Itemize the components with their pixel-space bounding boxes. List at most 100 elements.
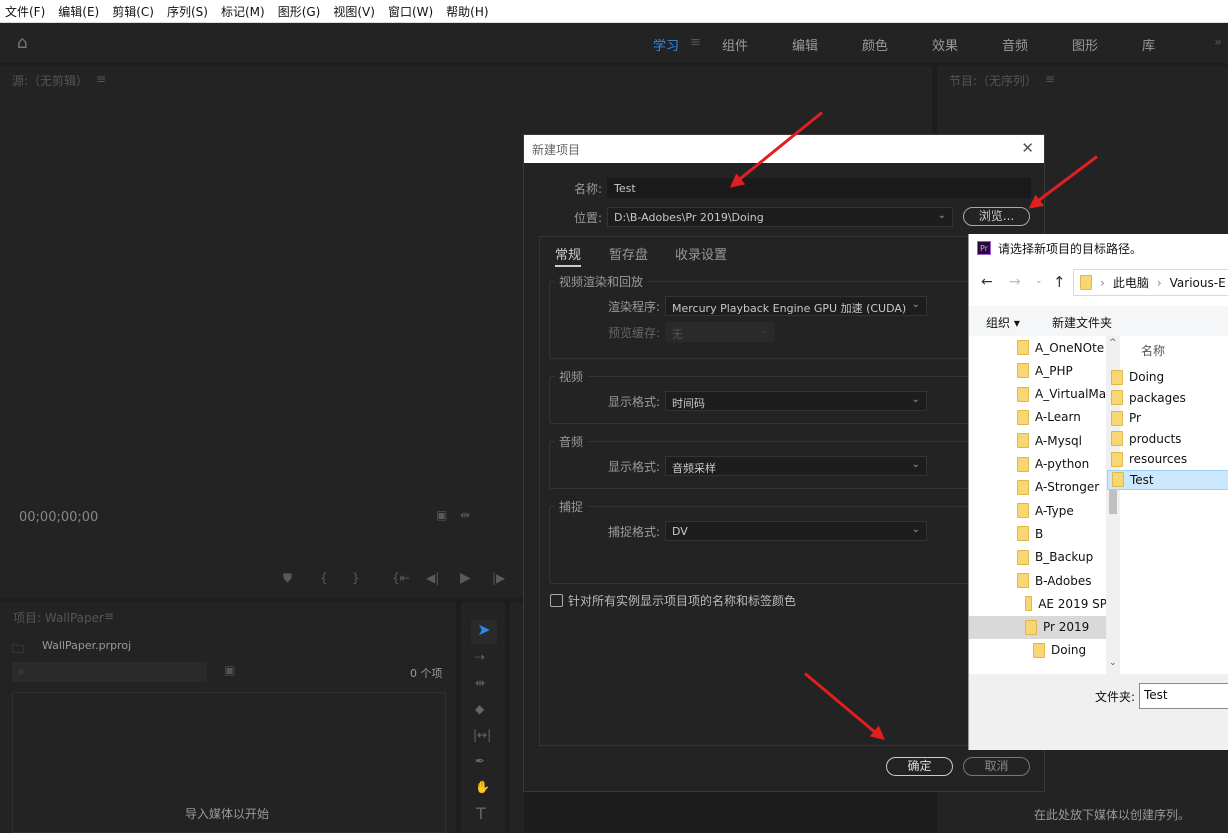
video-format-dropdown[interactable]: 时间码 ⌄ [665, 391, 927, 411]
hand-tool-icon[interactable]: ✋ [475, 780, 490, 794]
workspace-tab-assembly[interactable]: 组件 [722, 35, 748, 54]
scroll-up-icon[interactable]: ^ [1109, 338, 1117, 348]
breadcrumb-drive[interactable]: Various-E [1170, 276, 1226, 290]
program-panel-title[interactable]: 节目:（无序列） [949, 72, 1037, 89]
tab-scratch-disks[interactable]: 暂存盘 [609, 244, 648, 263]
menu-graphics[interactable]: 图形(G) [278, 3, 321, 20]
cancel-button[interactable]: 取消 [963, 757, 1030, 776]
file-item[interactable]: packages [1107, 388, 1228, 408]
renderer-dropdown[interactable]: Mercury Playback Engine GPU 加速 (CUDA) ⌄ [665, 296, 927, 316]
workspace-tab-effects[interactable]: 效果 [932, 35, 958, 54]
step-forward-icon[interactable]: |▶ [492, 571, 505, 585]
type-tool-icon[interactable]: T [476, 804, 486, 823]
tree-item[interactable]: B [969, 522, 1107, 545]
audio-format-dropdown[interactable]: 音频采样 ⌄ [665, 456, 927, 476]
forward-icon[interactable]: → [1009, 274, 1021, 290]
tree-item[interactable]: A_PHP [969, 359, 1107, 382]
workspace-tab-editing[interactable]: 编辑 [792, 35, 818, 54]
file-item[interactable]: Doing [1107, 367, 1228, 387]
play-icon[interactable]: ▶ [460, 570, 471, 586]
project-search-input[interactable]: ⌕ [12, 662, 207, 682]
panel-menu-icon[interactable]: ≡ [1045, 72, 1055, 86]
settings-icon[interactable]: ⇹ [460, 508, 470, 522]
mark-in-icon[interactable]: { [320, 571, 328, 585]
workspace-tab-learn[interactable]: 学习 [653, 35, 679, 54]
mark-out-icon[interactable]: } [352, 571, 360, 585]
file-item[interactable]: Pr [1107, 408, 1228, 428]
export-frame-icon[interactable]: ▣ [436, 508, 447, 522]
location-value: D:\B-Adobes\Pr 2019\Doing [614, 211, 764, 224]
location-dropdown[interactable]: D:\B-Adobes\Pr 2019\Doing ⌄ [607, 207, 953, 227]
up-icon[interactable]: ↑ [1053, 273, 1066, 291]
tree-item[interactable]: A-Stronger [969, 476, 1107, 499]
menu-sequence[interactable]: 序列(S) [167, 3, 208, 20]
ripple-edit-tool-icon[interactable]: ⇹ [475, 676, 485, 690]
tree-item[interactable]: A-Type [969, 499, 1107, 522]
track-select-tool-icon[interactable]: ⇢ [475, 650, 485, 664]
preview-cache-dropdown[interactable]: 无 ⌄ [665, 322, 775, 342]
overflow-button[interactable]: » [1214, 35, 1222, 50]
back-icon[interactable]: ← [981, 274, 993, 290]
project-bin[interactable]: 导入媒体以开始 [12, 692, 446, 833]
tree-item[interactable]: A-Mysql [969, 429, 1107, 452]
file-item[interactable]: Test [1107, 469, 1228, 490]
menu-file[interactable]: 文件(F) [5, 3, 45, 20]
menu-view[interactable]: 视图(V) [333, 3, 375, 20]
menu-clip[interactable]: 剪辑(C) [112, 3, 154, 20]
source-timecode[interactable]: 00;00;00;00 [19, 510, 98, 525]
tree-item[interactable]: B-Adobes [969, 569, 1107, 592]
workspace-tab-graphics[interactable]: 图形 [1072, 35, 1098, 54]
close-icon[interactable]: ✕ [1021, 139, 1034, 157]
new-folder-button[interactable]: 新建文件夹 [1052, 314, 1112, 331]
workspace-tab-color[interactable]: 颜色 [862, 35, 888, 54]
browse-button[interactable]: 浏览... [963, 207, 1030, 226]
folder-tree[interactable]: A_OneNOte A_PHP A_VirtualMa A-Learn A-Mysql A… [969, 336, 1107, 674]
panel-menu-icon[interactable]: ≡ [104, 609, 114, 623]
breadcrumb-this-pc[interactable]: 此电脑 [1113, 274, 1149, 291]
go-to-in-icon[interactable]: {⇤ [392, 571, 410, 585]
tab-ingest-settings[interactable]: 收录设置 [675, 244, 727, 263]
tree-item[interactable]: A-python [969, 453, 1107, 476]
ok-button[interactable]: 确定 [886, 757, 953, 776]
workspace-tab-audio[interactable]: 音频 [1002, 35, 1028, 54]
file-list[interactable]: Doing packages Pr products resources Test [1107, 367, 1228, 497]
workspace-tab-libraries[interactable]: 库 [1142, 35, 1155, 54]
step-back-icon[interactable]: ◀| [426, 571, 439, 585]
tree-item[interactable]: A_VirtualMa [969, 383, 1107, 406]
file-item[interactable]: products [1107, 429, 1228, 449]
selection-tool-icon[interactable]: ➤ [471, 620, 497, 644]
slip-tool-icon[interactable]: |↔| [473, 728, 491, 742]
scroll-down-icon[interactable]: ⌄ [1109, 658, 1117, 668]
marker-icon[interactable]: ⛊ [283, 571, 292, 586]
tree-item[interactable]: Doing [969, 639, 1107, 662]
pen-tool-icon[interactable]: ✒ [475, 754, 485, 768]
organize-button[interactable]: 组织 ▾ [986, 314, 1020, 331]
tree-item[interactable]: Pr 2019 [969, 615, 1107, 639]
file-item[interactable]: resources [1107, 449, 1228, 469]
address-bar[interactable]: › 此电脑 › Various-E [1073, 269, 1228, 296]
project-panel-title[interactable]: 项目: WallPaper [13, 609, 104, 626]
tree-item[interactable]: A_OneNOte [969, 336, 1107, 359]
razor-tool-icon[interactable]: ◆ [475, 702, 484, 716]
menu-window[interactable]: 窗口(W) [388, 3, 433, 20]
show-labels-checkbox[interactable] [550, 594, 563, 607]
menu-edit[interactable]: 编辑(E) [58, 3, 99, 20]
timeline-panel [510, 602, 524, 833]
tab-general[interactable]: 常规 [555, 244, 582, 267]
capture-format-dropdown[interactable]: DV ⌄ [665, 521, 927, 541]
tree-item[interactable]: A-Learn [969, 406, 1107, 429]
home-icon[interactable]: ⌂ [17, 33, 28, 53]
source-panel-title[interactable]: 源:（无剪辑） [12, 72, 88, 89]
show-labels-checkbox-label[interactable]: 针对所有实例显示项目项的名称和标签颜色 [568, 592, 796, 609]
tree-item[interactable]: AE 2019 SP [969, 592, 1107, 615]
tree-item[interactable]: B_Backup [969, 546, 1107, 569]
menu-icon[interactable]: ≡ [690, 35, 701, 50]
name-input[interactable]: Test [607, 178, 1031, 198]
name-column-header[interactable]: 名称 [1141, 342, 1165, 359]
menu-marker[interactable]: 标记(M) [221, 3, 265, 20]
menu-help[interactable]: 帮助(H) [446, 3, 488, 20]
panel-menu-icon[interactable]: ≡ [96, 72, 106, 86]
folder-input[interactable]: Test [1139, 683, 1228, 709]
recent-dropdown-icon[interactable]: ⌄ [1035, 276, 1043, 286]
find-icon[interactable]: ▣ [224, 663, 235, 677]
